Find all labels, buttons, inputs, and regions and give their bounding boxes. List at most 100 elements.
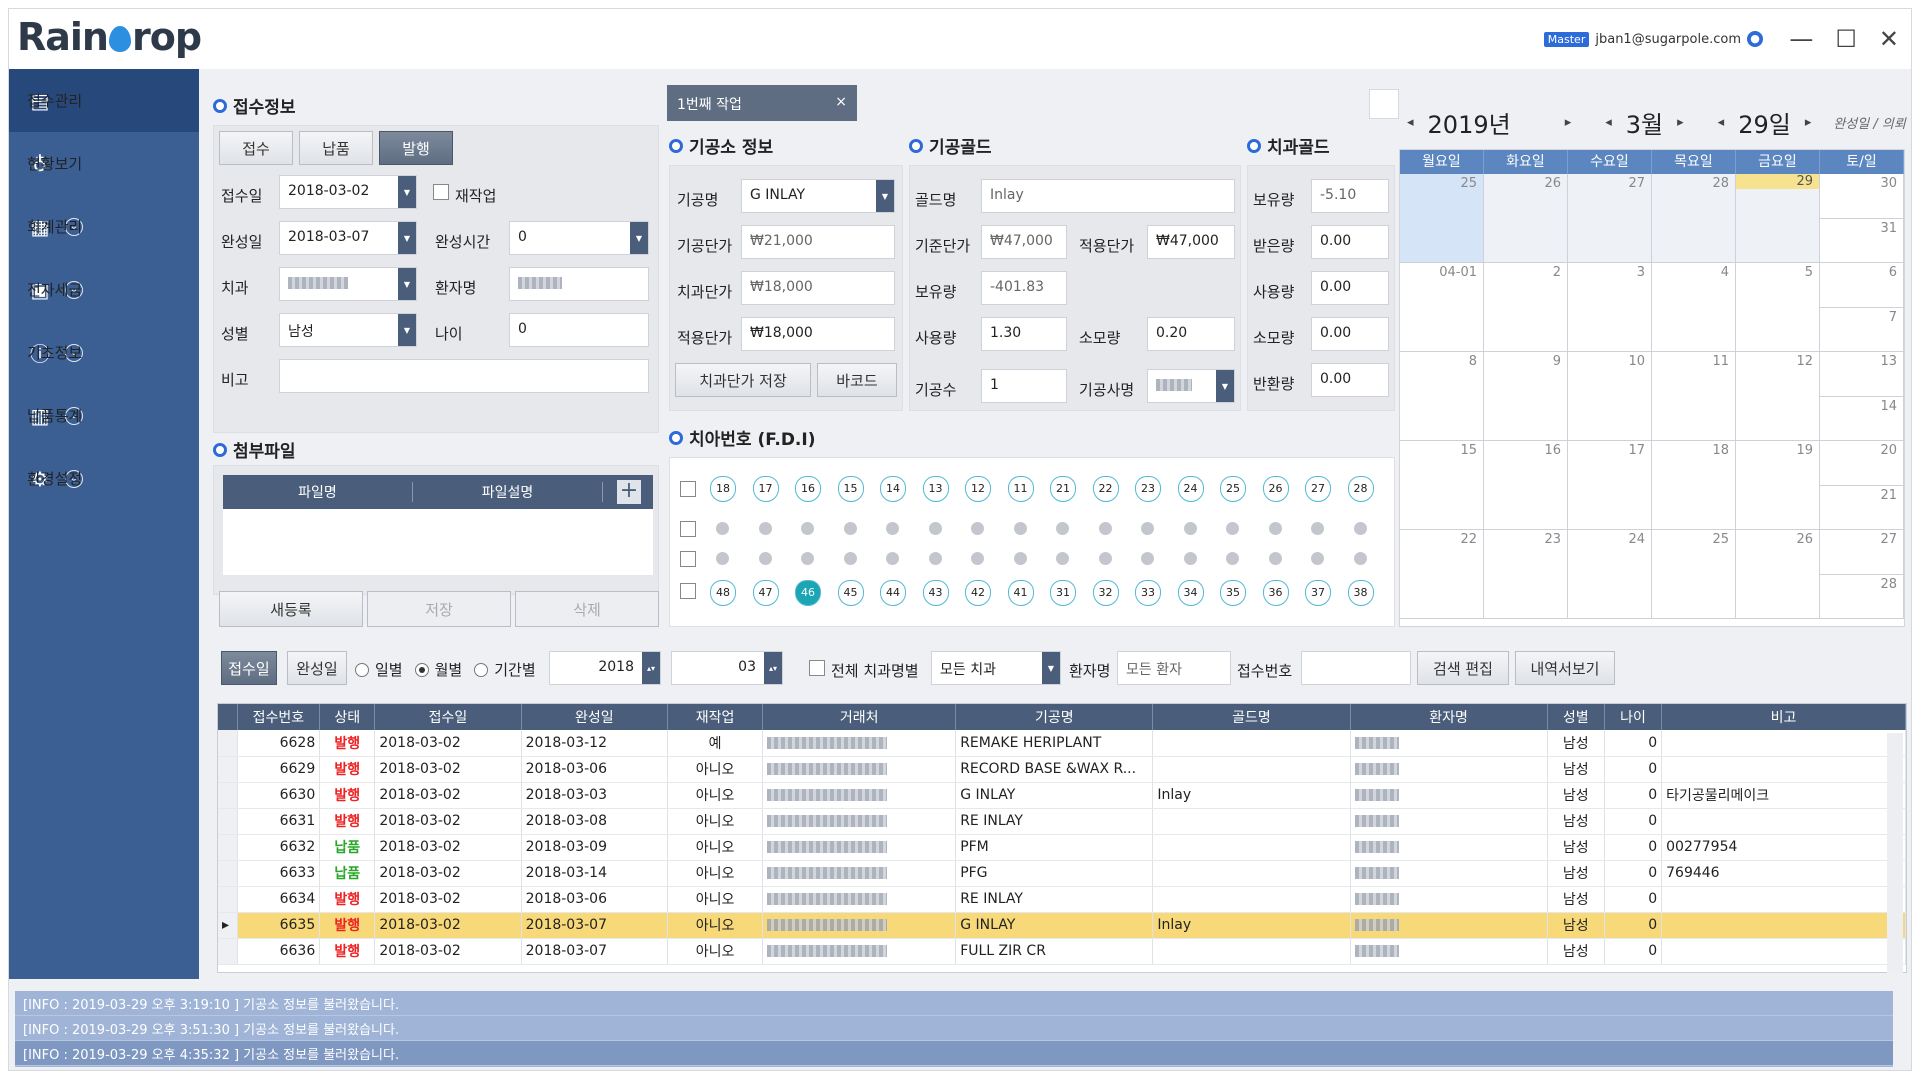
period-radio[interactable] [474, 662, 489, 677]
tooth-43[interactable]: 43 [922, 580, 949, 606]
column-header[interactable]: 완성일 [521, 704, 668, 730]
statement-view-button[interactable]: 내역서보기 [1515, 651, 1615, 685]
apply-price-field[interactable]: ₩18,000 [741, 317, 895, 351]
table-row[interactable]: 6633 납품 2018-03-02 2018-03-14 아니오 PFG 남성 0 76944… [218, 860, 1906, 887]
tooth-dot[interactable] [1141, 522, 1154, 535]
tooth-dot[interactable] [758, 552, 772, 565]
calendar-day-cell[interactable]: 24 [1568, 530, 1652, 619]
tooth-dot[interactable] [1141, 552, 1154, 565]
rework-checkbox[interactable] [433, 184, 449, 200]
close-tab-icon[interactable]: × [835, 94, 847, 112]
close-button[interactable]: ✕ [1879, 25, 1899, 53]
tooth-dot[interactable] [758, 522, 772, 535]
calendar-day-cell[interactable]: 11 [1652, 352, 1736, 441]
table-row[interactable]: 6632 납품 2018-03-02 2018-03-09 아니오 PFM 남성 0 00277… [218, 834, 1906, 861]
receipt-date-field[interactable]: 2018-03-02 ▼ [279, 175, 417, 209]
tooth-12[interactable]: 12 [965, 476, 991, 502]
next-day-icon[interactable]: ▸ [1805, 115, 1812, 130]
tooth-48[interactable]: 48 [710, 580, 736, 606]
tooth-31[interactable]: 31 [1050, 580, 1076, 606]
tooth-21[interactable]: 21 [1050, 476, 1076, 502]
tooth-33[interactable]: 33 [1135, 580, 1161, 606]
calendar-day-cell[interactable]: 13 14 [1820, 352, 1904, 441]
tooth-dot[interactable] [1098, 552, 1112, 565]
tooth-dot[interactable] [1311, 522, 1324, 535]
complete-date-filter-button[interactable]: 완성일 [287, 651, 347, 685]
table-row[interactable]: 6629 발행 2018-03-02 2018-03-06 아니오 RECORD BASE… [218, 756, 1906, 783]
next-month-icon[interactable]: ▸ [1677, 115, 1684, 130]
calendar-day-cell[interactable]: 12 [1736, 352, 1820, 441]
tooth-dot[interactable] [1183, 552, 1197, 565]
receipt-date-filter-button[interactable]: 접수일 [221, 651, 277, 685]
search-edit-button[interactable]: 검색 편집 [1417, 651, 1509, 685]
prev-day-icon[interactable]: ◂ [1718, 115, 1725, 130]
tech-count-field[interactable]: 1 [981, 369, 1067, 403]
tooth-26[interactable]: 26 [1262, 476, 1289, 502]
tooth-11[interactable]: 11 [1007, 476, 1034, 502]
gold-apply-field[interactable]: ₩47,000 [1147, 225, 1235, 259]
tooth-dot[interactable] [843, 552, 857, 565]
tooth-dot[interactable] [1226, 522, 1239, 535]
table-row[interactable]: 6636 발행 2018-03-02 2018-03-07 아니오 FULL ZIR CR… [218, 938, 1906, 965]
tab-receipt[interactable]: 접수 [219, 131, 293, 165]
calendar-day-cell[interactable]: 20 21 [1820, 441, 1904, 530]
column-header[interactable]: 비고 [1661, 704, 1906, 730]
cg-use-field[interactable]: 0.00 [1311, 271, 1389, 305]
tooth-dot[interactable] [1353, 522, 1367, 535]
delete-button[interactable]: 삭제 [515, 591, 659, 627]
calendar-day-cell[interactable]: 5 [1736, 263, 1820, 352]
tooth-dot[interactable] [1013, 522, 1027, 535]
cg-recv-field[interactable]: 0.00 [1311, 225, 1389, 259]
tooth-dot[interactable] [801, 552, 814, 565]
column-header[interactable]: 환자명 [1350, 704, 1548, 730]
calendar-day-cell[interactable]: 25 [1400, 174, 1484, 263]
patient-filter-field[interactable]: 모든 환자 [1117, 651, 1231, 685]
row-selector[interactable] [218, 782, 238, 809]
calendar-day-cell[interactable]: 27 28 [1820, 530, 1904, 619]
row-selector[interactable] [218, 860, 238, 887]
tooth-17[interactable]: 17 [752, 476, 779, 502]
calendar-day-cell[interactable]: 26 [1484, 174, 1568, 263]
tooth-35[interactable]: 35 [1220, 580, 1246, 606]
receipt-no-field[interactable] [1301, 651, 1411, 685]
calendar-day-cell[interactable]: 19 [1736, 441, 1820, 530]
tooth-dot[interactable] [1098, 522, 1112, 535]
calendar-day-cell[interactable]: 67 [1820, 263, 1904, 352]
tooth-18[interactable]: 18 [710, 476, 736, 502]
calendar-day-cell[interactable]: 29 [1736, 174, 1820, 263]
clinic-price-field[interactable]: ₩18,000 [741, 271, 895, 305]
cg-consume-field[interactable]: 0.00 [1311, 317, 1389, 351]
tooth-dot[interactable] [801, 522, 814, 535]
note-field[interactable] [279, 359, 649, 393]
tooth-41[interactable]: 41 [1007, 580, 1034, 606]
sidebar-item-6[interactable]: ⚙ 환경설정 ⌄ [9, 447, 199, 510]
calendar-day-cell[interactable]: 16 [1484, 441, 1568, 530]
lab-product-select[interactable]: G INLAY ▼ [741, 179, 895, 213]
row-checkbox[interactable] [680, 481, 696, 497]
tooth-14[interactable]: 14 [880, 476, 906, 502]
gold-name-field[interactable]: Inlay [981, 179, 1235, 213]
complete-time-field[interactable]: 0 ▼ [509, 221, 649, 255]
calendar-day-cell[interactable]: 30 31 [1820, 174, 1904, 263]
prev-month-icon[interactable]: ◂ [1605, 115, 1612, 130]
year-stepper[interactable]: 2018 ▴▾ [549, 651, 661, 685]
gender-select[interactable]: 남성 ▼ [279, 313, 417, 347]
daily-radio[interactable] [355, 662, 369, 677]
calendar-day-cell[interactable]: 8 [1400, 352, 1484, 441]
tooth-dot[interactable] [928, 552, 942, 565]
row-selector[interactable] [218, 938, 238, 965]
add-file-button[interactable]: + [617, 480, 641, 504]
calendar-day-cell[interactable]: 17 [1568, 441, 1652, 530]
tooth-dot[interactable] [1013, 552, 1027, 565]
table-row[interactable]: ▸ 6635 발행 2018-03-02 2018-03-07 아니오 G INLAY Inl… [218, 912, 1906, 939]
column-header[interactable]: 성별 [1547, 704, 1605, 730]
table-row[interactable]: 6630 발행 2018-03-02 2018-03-03 아니오 G INLAY Inla… [218, 782, 1906, 809]
column-header[interactable]: 접수일 [374, 704, 522, 730]
tooth-25[interactable]: 25 [1220, 476, 1246, 502]
tab-delivery[interactable]: 납품 [299, 131, 373, 165]
tooth-dot[interactable] [843, 522, 857, 535]
tooth-dot[interactable] [1056, 552, 1069, 565]
gold-hold-field[interactable]: -401.83 [981, 271, 1067, 305]
tooth-dot[interactable] [971, 552, 984, 565]
month-stepper[interactable]: 03 ▴▾ [671, 651, 783, 685]
